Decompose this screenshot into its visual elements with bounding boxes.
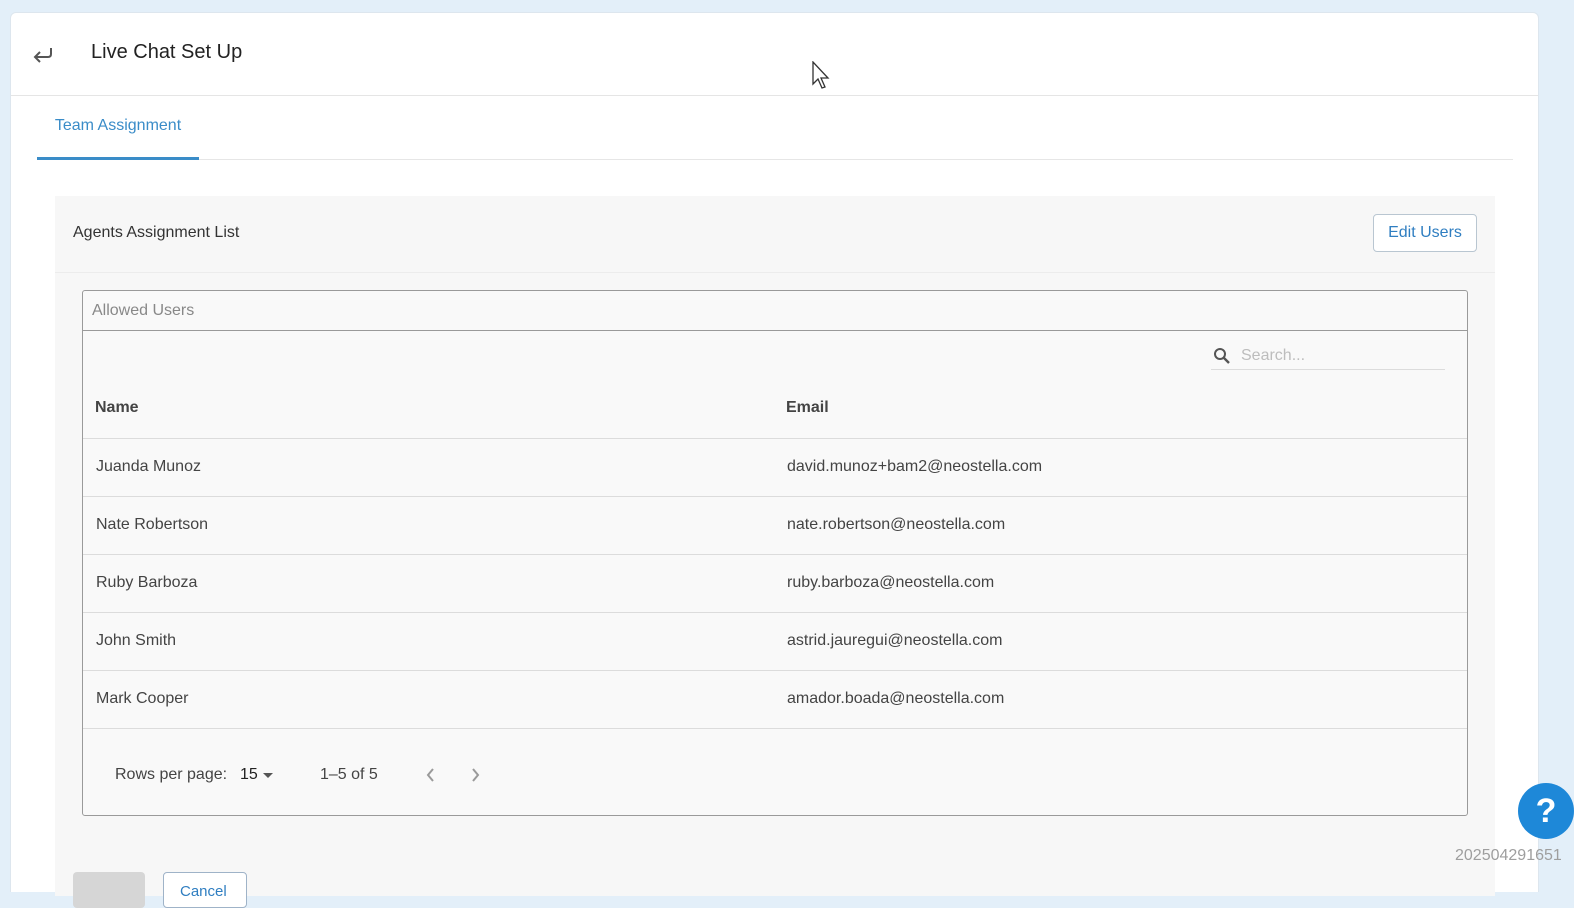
cell-name: Ruby Barboza (96, 574, 198, 591)
caret-down-icon (262, 773, 273, 778)
allowed-users-table: Allowed Users Name Email Juanda Munoz da… (82, 290, 1468, 816)
next-page-button[interactable] (464, 764, 486, 786)
cell-name: Juanda Munoz (96, 458, 201, 475)
table-row: Mark Cooper amador.boada@neostella.com (83, 671, 1467, 729)
table-row: John Smith astrid.jauregui@neostella.com (83, 613, 1467, 671)
table-row: Juanda Munoz david.munoz+bam2@neostella.… (83, 439, 1467, 497)
page-header: Live Chat Set Up (11, 13, 1538, 96)
cell-name: Nate Robertson (96, 516, 209, 533)
cell-email: nate.robertson@neostella.com (787, 516, 1006, 533)
cell-name: Mark Cooper (96, 690, 189, 707)
page-range: 1–5 of 5 (320, 766, 378, 783)
cell-email: amador.boada@neostella.com (787, 690, 1005, 707)
table-header: Name Email (83, 395, 1467, 439)
build-id: 202504291651 (1455, 847, 1562, 864)
back-button[interactable] (31, 43, 55, 65)
search-box (1211, 343, 1445, 370)
cell-email: david.munoz+bam2@neostella.com (787, 458, 1043, 475)
return-arrow-icon (33, 48, 52, 63)
previous-page-button[interactable] (420, 764, 442, 786)
page-panel: Live Chat Set Up Team Assignment Agents … (10, 12, 1539, 908)
card-header: Agents Assignment List Edit Users (55, 196, 1495, 273)
cell-email: ruby.barboza@neostella.com (787, 574, 995, 591)
cell-name: John Smith (96, 632, 177, 649)
agents-assignment-card: Agents Assignment List Edit Users Allowe… (55, 196, 1495, 908)
save-button[interactable] (73, 872, 145, 908)
allowed-users-title: Allowed Users (83, 291, 1467, 331)
help-button[interactable]: ? (1518, 783, 1574, 839)
cancel-button[interactable]: Cancel (163, 872, 247, 908)
column-header-name[interactable]: Name (95, 399, 139, 417)
chevron-right-icon (472, 768, 480, 782)
edit-users-button[interactable]: Edit Users (1373, 214, 1477, 252)
table-row: Nate Robertson nate.robertson@neostella.… (83, 497, 1467, 555)
search-icon (1214, 348, 1230, 364)
rows-per-page-select[interactable]: 15 (240, 766, 320, 784)
pagination: Rows per page: 15 1–5 of 5 (115, 763, 508, 787)
page-title: Live Chat Set Up (91, 41, 243, 63)
table-body: Juanda Munoz david.munoz+bam2@neostella.… (83, 439, 1467, 729)
cell-email: astrid.jauregui@neostella.com (787, 632, 1003, 649)
mouse-cursor-icon (812, 61, 830, 89)
tab-bar: Team Assignment (37, 95, 1513, 160)
table-row: Ruby Barboza ruby.barboza@neostella.com (83, 555, 1467, 613)
tab-team-assignment[interactable]: Team Assignment (37, 95, 199, 160)
chevron-left-icon (426, 768, 434, 782)
card-title: Agents Assignment List (73, 224, 240, 241)
rows-per-page-label: Rows per page: (115, 766, 228, 783)
rows-per-page-value: 15 (240, 766, 258, 783)
search-input[interactable] (1239, 346, 1443, 366)
column-header-email[interactable]: Email (786, 399, 829, 417)
